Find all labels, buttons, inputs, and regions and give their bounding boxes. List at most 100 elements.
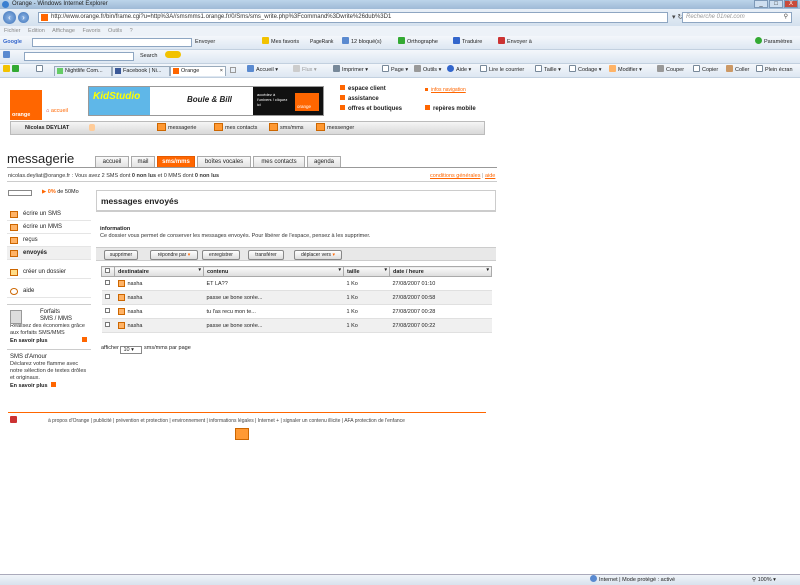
settings-button[interactable]: Paramètres: [764, 39, 792, 45]
col-size[interactable]: taille ▾: [343, 266, 390, 277]
sidebar-write-mms[interactable]: écrire un MMS: [7, 221, 91, 234]
promo2-more-link[interactable]: En savoir plus: [10, 382, 88, 390]
per-page-select[interactable]: 10 ▾: [120, 346, 143, 354]
row-checkbox[interactable]: [104, 280, 110, 285]
security-zone[interactable]: Internet | Mode protégé : activé: [590, 575, 675, 585]
google-search-input[interactable]: [32, 38, 192, 47]
info-navigation-link[interactable]: infos navigation: [425, 87, 466, 93]
minimize-button[interactable]: _: [754, 0, 768, 8]
col-date[interactable]: date / heure ▾: [389, 266, 492, 277]
mobile-link[interactable]: repères mobile: [425, 105, 476, 112]
forward-message-button[interactable]: transférer: [248, 250, 284, 260]
assistance-link[interactable]: assistance: [348, 96, 379, 102]
cmd-print[interactable]: Imprimer: [342, 67, 364, 73]
row-checkbox[interactable]: [104, 294, 110, 299]
messenger-link[interactable]: messenger: [316, 122, 354, 134]
orange-logo[interactable]: orange: [10, 90, 42, 120]
cmd-text-size[interactable]: Taille: [544, 67, 557, 73]
close-tab-icon[interactable]: ×: [220, 67, 223, 76]
cmd-fullscreen[interactable]: Plein écran: [765, 67, 793, 73]
cmd-tools[interactable]: Outils: [423, 67, 437, 73]
save-button[interactable]: enregistrer: [202, 250, 240, 260]
tab-facebook[interactable]: Facebook | Ni...: [112, 66, 170, 76]
terms-link[interactable]: conditions générales: [430, 173, 480, 179]
menu-file[interactable]: Fichier: [4, 28, 21, 34]
cmd-page[interactable]: Page: [391, 67, 404, 73]
cmd-feeds[interactable]: Flux: [302, 67, 312, 73]
forward-button[interactable]: ›: [18, 12, 29, 23]
tab-home[interactable]: accueil: [95, 156, 129, 167]
add-favorite-icon[interactable]: [12, 65, 19, 72]
cmd-encoding[interactable]: Codage: [578, 67, 597, 73]
send-to-button[interactable]: Envoyer à: [507, 39, 532, 45]
pagerank-indicator[interactable]: PageRank: [310, 36, 333, 48]
spellcheck-button[interactable]: Orthographe: [407, 39, 438, 45]
menu-edit[interactable]: Edition: [28, 28, 45, 34]
delete-button[interactable]: supprimer: [104, 250, 138, 260]
sidebar-sent[interactable]: envoyés: [7, 247, 91, 260]
help-top-link[interactable]: aide: [485, 173, 495, 179]
new-tab-button[interactable]: [230, 67, 236, 73]
tab-voicemail[interactable]: boîtes vocales: [197, 156, 251, 167]
cmd-read-mail[interactable]: Lire le courrier: [489, 67, 524, 73]
zoom-level[interactable]: ⚲ 100% ▾: [752, 575, 776, 585]
cmd-copy[interactable]: Copier: [702, 67, 718, 73]
menu-view[interactable]: Affichage: [52, 28, 75, 34]
move-to-button[interactable]: déplacer vers ▾: [294, 250, 342, 260]
table-row[interactable]: nasha ET LA?? 1 Ko 27/08/2007 01:10: [101, 276, 492, 291]
tab-contacts[interactable]: mes contacts: [253, 156, 305, 167]
table-row[interactable]: nasha tu l'as recu mon te... 1 Ko 27/08/…: [101, 304, 492, 319]
tab-agenda[interactable]: agenda: [307, 156, 341, 167]
cmd-edit[interactable]: Modifier: [618, 67, 638, 73]
translate-button[interactable]: Traduire: [462, 39, 482, 45]
row-checkbox[interactable]: [104, 308, 110, 313]
maximize-button[interactable]: □: [769, 0, 783, 8]
web-search-input[interactable]: Recherche 01net.com ⚲: [682, 12, 792, 23]
favorites-button[interactable]: Mes favoris: [271, 39, 299, 45]
menu-favorites[interactable]: Favoris: [82, 28, 100, 34]
client-space-link[interactable]: espace client: [348, 86, 386, 92]
tab-orange[interactable]: Orange ×: [170, 66, 226, 76]
url-field[interactable]: http://www.orange.fr/bin/frame.cgi?u=htt…: [38, 12, 668, 23]
tab-smsmms[interactable]: sms/mms: [157, 156, 195, 167]
messaging-link[interactable]: messagerie: [157, 122, 196, 134]
table-row[interactable]: nasha passe ue bone sorée... 1 Ko 27/08/…: [101, 290, 492, 305]
col-recipient[interactable]: destinataire ▾: [114, 266, 204, 277]
footer-links[interactable]: à propos d'Orange | publicité | préventi…: [48, 418, 405, 424]
tab-list-icon[interactable]: [36, 65, 43, 72]
popup-blocker[interactable]: 12 bloqué(s): [351, 39, 382, 45]
contacts-link[interactable]: mes contacts: [214, 122, 257, 134]
smiley-icon[interactable]: [165, 51, 181, 58]
table-row[interactable]: nasha passe ue bone sorée... 1 Ko 27/08/…: [101, 318, 492, 333]
back-button[interactable]: ‹: [3, 11, 16, 24]
offers-link[interactable]: offres et boutiques: [348, 106, 402, 112]
row-checkbox[interactable]: [104, 322, 110, 327]
select-all-checkbox[interactable]: [105, 268, 110, 273]
sidebar-received[interactable]: reçus: [7, 234, 91, 247]
cmd-home[interactable]: Accueil: [256, 67, 274, 73]
sidebar-create-folder[interactable]: créer un dossier: [7, 266, 91, 279]
cmd-help[interactable]: Aide: [456, 67, 467, 73]
footer-badge-icon[interactable]: [235, 428, 249, 440]
tab-mail[interactable]: mail: [131, 156, 155, 167]
reply-by-button[interactable]: répondre par ▾: [150, 250, 198, 260]
toolbar-search-button[interactable]: Search: [140, 50, 157, 62]
kidstudio-banner[interactable]: KidStudio Boule & Bill accédez à l'unive…: [88, 86, 324, 116]
smsmms-link[interactable]: sms/mms: [269, 122, 304, 134]
select-all-header[interactable]: [101, 266, 115, 277]
sidebar-help[interactable]: aide: [7, 285, 91, 298]
home-link[interactable]: ⌂ accueil: [46, 108, 68, 114]
tab-nightlife[interactable]: Nightlife Com...: [54, 66, 112, 76]
menu-tools[interactable]: Outils: [108, 28, 122, 34]
col-content[interactable]: contenu ▾: [203, 266, 344, 277]
menu-help[interactable]: ?: [130, 28, 133, 34]
search-icon[interactable]: ⚲: [784, 13, 788, 22]
toolbar-search-input[interactable]: [24, 52, 134, 61]
close-button[interactable]: X: [784, 0, 798, 8]
favorites-center-icon[interactable]: [3, 65, 10, 72]
cmd-cut[interactable]: Couper: [666, 67, 684, 73]
sidebar-write-sms[interactable]: écrire un SMS: [7, 208, 91, 221]
promo1-more-link[interactable]: En savoir plus: [10, 337, 88, 345]
cmd-paste[interactable]: Coller: [735, 67, 749, 73]
google-go-button[interactable]: Envoyer: [195, 36, 215, 48]
